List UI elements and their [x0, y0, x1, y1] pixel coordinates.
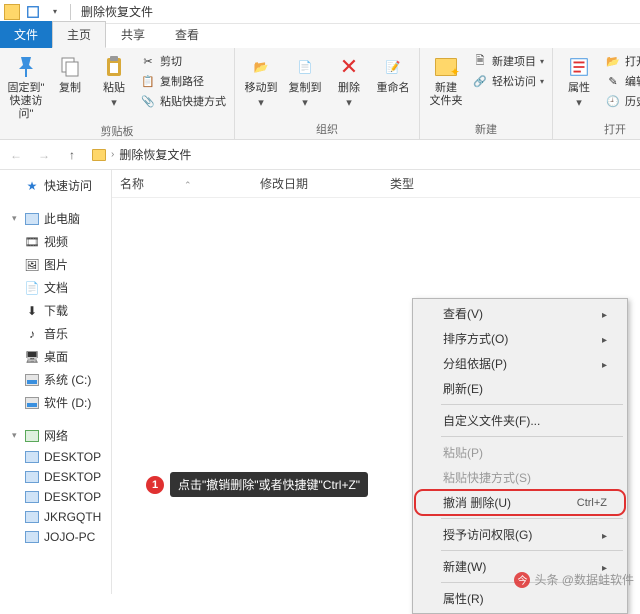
sidebar-item-downloads[interactable]: ⬇下载	[0, 299, 111, 322]
paste-button[interactable]: 粘贴▾	[94, 50, 134, 110]
sidebar-network[interactable]: ▾网络	[0, 424, 111, 447]
tab-home[interactable]: 主页	[52, 21, 106, 48]
copypath-button[interactable]: 📋复制路径	[138, 72, 228, 90]
ctx-new[interactable]: 新建(W)	[415, 554, 625, 579]
sidebar-net-pc[interactable]: DESKTOP	[0, 487, 111, 507]
separator	[441, 582, 623, 583]
pasteshortcut-button[interactable]: 📎粘贴快捷方式	[138, 92, 228, 110]
separator	[441, 550, 623, 551]
qat-dropdown[interactable]: ▾	[44, 2, 66, 22]
rename-button[interactable]: 📝重命名	[373, 50, 413, 95]
col-type[interactable]: 类型	[382, 175, 492, 192]
ribbon: 固定到" 快速访问" 复制 粘贴▾ ✂剪切 📋复制路径 📎粘贴快捷方式 剪贴板 …	[0, 48, 640, 140]
column-headers: 名称⌃ 修改日期 类型	[112, 170, 640, 198]
ribbon-group-organize: 📂移动到▾ 📄复制到▾ ✕删除▾ 📝重命名 组织	[235, 48, 420, 139]
properties-button[interactable]: 属性▾	[559, 50, 599, 110]
tab-file[interactable]: 文件	[0, 21, 52, 48]
breadcrumb-path[interactable]: › 删除恢复文件	[88, 146, 636, 163]
ctx-sort[interactable]: 排序方式(O)	[415, 326, 625, 351]
copyto-button[interactable]: 📄复制到▾	[285, 50, 325, 110]
tab-share[interactable]: 共享	[106, 21, 160, 48]
ctx-properties[interactable]: 属性(R)	[415, 586, 625, 611]
sidebar-net-pc[interactable]: JOJO-PC	[0, 527, 111, 547]
separator	[441, 404, 623, 405]
up-button[interactable]: ↑	[60, 143, 84, 167]
sidebar-item-videos[interactable]: 🎞视频	[0, 230, 111, 253]
group-label-clipboard: 剪贴板	[6, 122, 228, 140]
ribbon-group-new: ✦新建 文件夹 🗎新建项目 ▾ 🔗轻松访问 ▾ 新建	[420, 48, 553, 139]
sidebar-net-pc[interactable]: DESKTOP	[0, 467, 111, 487]
sidebar-net-pc[interactable]: DESKTOP	[0, 447, 111, 467]
sidebar-item-music[interactable]: ♪音乐	[0, 322, 111, 345]
ribbon-group-open: 属性▾ 📂打开 ▾ ✎编辑 🕘历史记录 打开	[553, 48, 640, 139]
folder-icon	[4, 4, 20, 20]
ctx-grant-access[interactable]: 授予访问权限(G)	[415, 522, 625, 547]
sidebar-item-desktop[interactable]: 🖥桌面	[0, 345, 111, 368]
cut-button[interactable]: ✂剪切	[138, 52, 228, 70]
context-menu: 查看(V) 排序方式(O) 分组依据(P) 刷新(E) 自定义文件夹(F)...…	[412, 298, 628, 614]
separator	[70, 4, 71, 20]
sidebar-drive-d[interactable]: 软件 (D:)	[0, 391, 111, 414]
window-title: 删除恢复文件	[81, 3, 153, 20]
ribbon-group-clipboard: 固定到" 快速访问" 复制 粘贴▾ ✂剪切 📋复制路径 📎粘贴快捷方式 剪贴板	[0, 48, 235, 139]
moveto-button[interactable]: 📂移动到▾	[241, 50, 281, 110]
easyaccess-button[interactable]: 🔗轻松访问 ▾	[470, 72, 546, 90]
qat-item[interactable]	[22, 2, 44, 22]
separator	[441, 518, 623, 519]
sidebar-drive-c[interactable]: 系统 (C:)	[0, 368, 111, 391]
newfolder-button[interactable]: ✦新建 文件夹	[426, 50, 466, 108]
ctx-view[interactable]: 查看(V)	[415, 301, 625, 326]
group-label-open: 打开	[559, 120, 640, 138]
sidebar-item-documents[interactable]: 📄文档	[0, 276, 111, 299]
group-label-organize: 组织	[241, 120, 413, 138]
edit-button[interactable]: ✎编辑	[603, 72, 640, 90]
history-button[interactable]: 🕘历史记录	[603, 92, 640, 110]
tab-view[interactable]: 查看	[160, 21, 214, 48]
chevron-right-icon: ›	[108, 149, 117, 160]
ctx-paste-shortcut: 粘贴快捷方式(S)	[415, 465, 625, 490]
navigation-pane: ★快速访问 ▾此电脑 🎞视频 🖼图片 📄文档 ⬇下载 ♪音乐 🖥桌面 系统 (C…	[0, 170, 112, 594]
open-button[interactable]: 📂打开 ▾	[603, 52, 640, 70]
group-label-new: 新建	[426, 120, 546, 138]
sidebar-quick-access[interactable]: ★快速访问	[0, 174, 111, 197]
address-bar: ← → ↑ › 删除恢复文件	[0, 140, 640, 170]
folder-icon	[92, 149, 106, 161]
forward-button[interactable]: →	[32, 143, 56, 167]
copy-button[interactable]: 复制	[50, 50, 90, 95]
ribbon-tabs: 文件 主页 共享 查看	[0, 24, 640, 48]
ctx-refresh[interactable]: 刷新(E)	[415, 376, 625, 401]
ctx-undo-delete[interactable]: 撤消 删除(U)Ctrl+Z	[415, 490, 625, 515]
sidebar-net-pc[interactable]: JKRGQTH	[0, 507, 111, 527]
separator	[441, 436, 623, 437]
col-date[interactable]: 修改日期	[252, 175, 382, 192]
sidebar-item-pictures[interactable]: 🖼图片	[0, 253, 111, 276]
newitem-button[interactable]: 🗎新建项目 ▾	[470, 52, 546, 70]
delete-button[interactable]: ✕删除▾	[329, 50, 369, 110]
col-name[interactable]: 名称⌃	[112, 175, 252, 192]
breadcrumb-current[interactable]: 删除恢复文件	[119, 146, 191, 163]
pin-button[interactable]: 固定到" 快速访问"	[6, 50, 46, 122]
sort-indicator-icon: ⌃	[144, 180, 192, 190]
ctx-group[interactable]: 分组依据(P)	[415, 351, 625, 376]
ctx-customize[interactable]: 自定义文件夹(F)...	[415, 408, 625, 433]
back-button[interactable]: ←	[4, 143, 28, 167]
sidebar-this-pc[interactable]: ▾此电脑	[0, 207, 111, 230]
ctx-paste: 粘贴(P)	[415, 440, 625, 465]
